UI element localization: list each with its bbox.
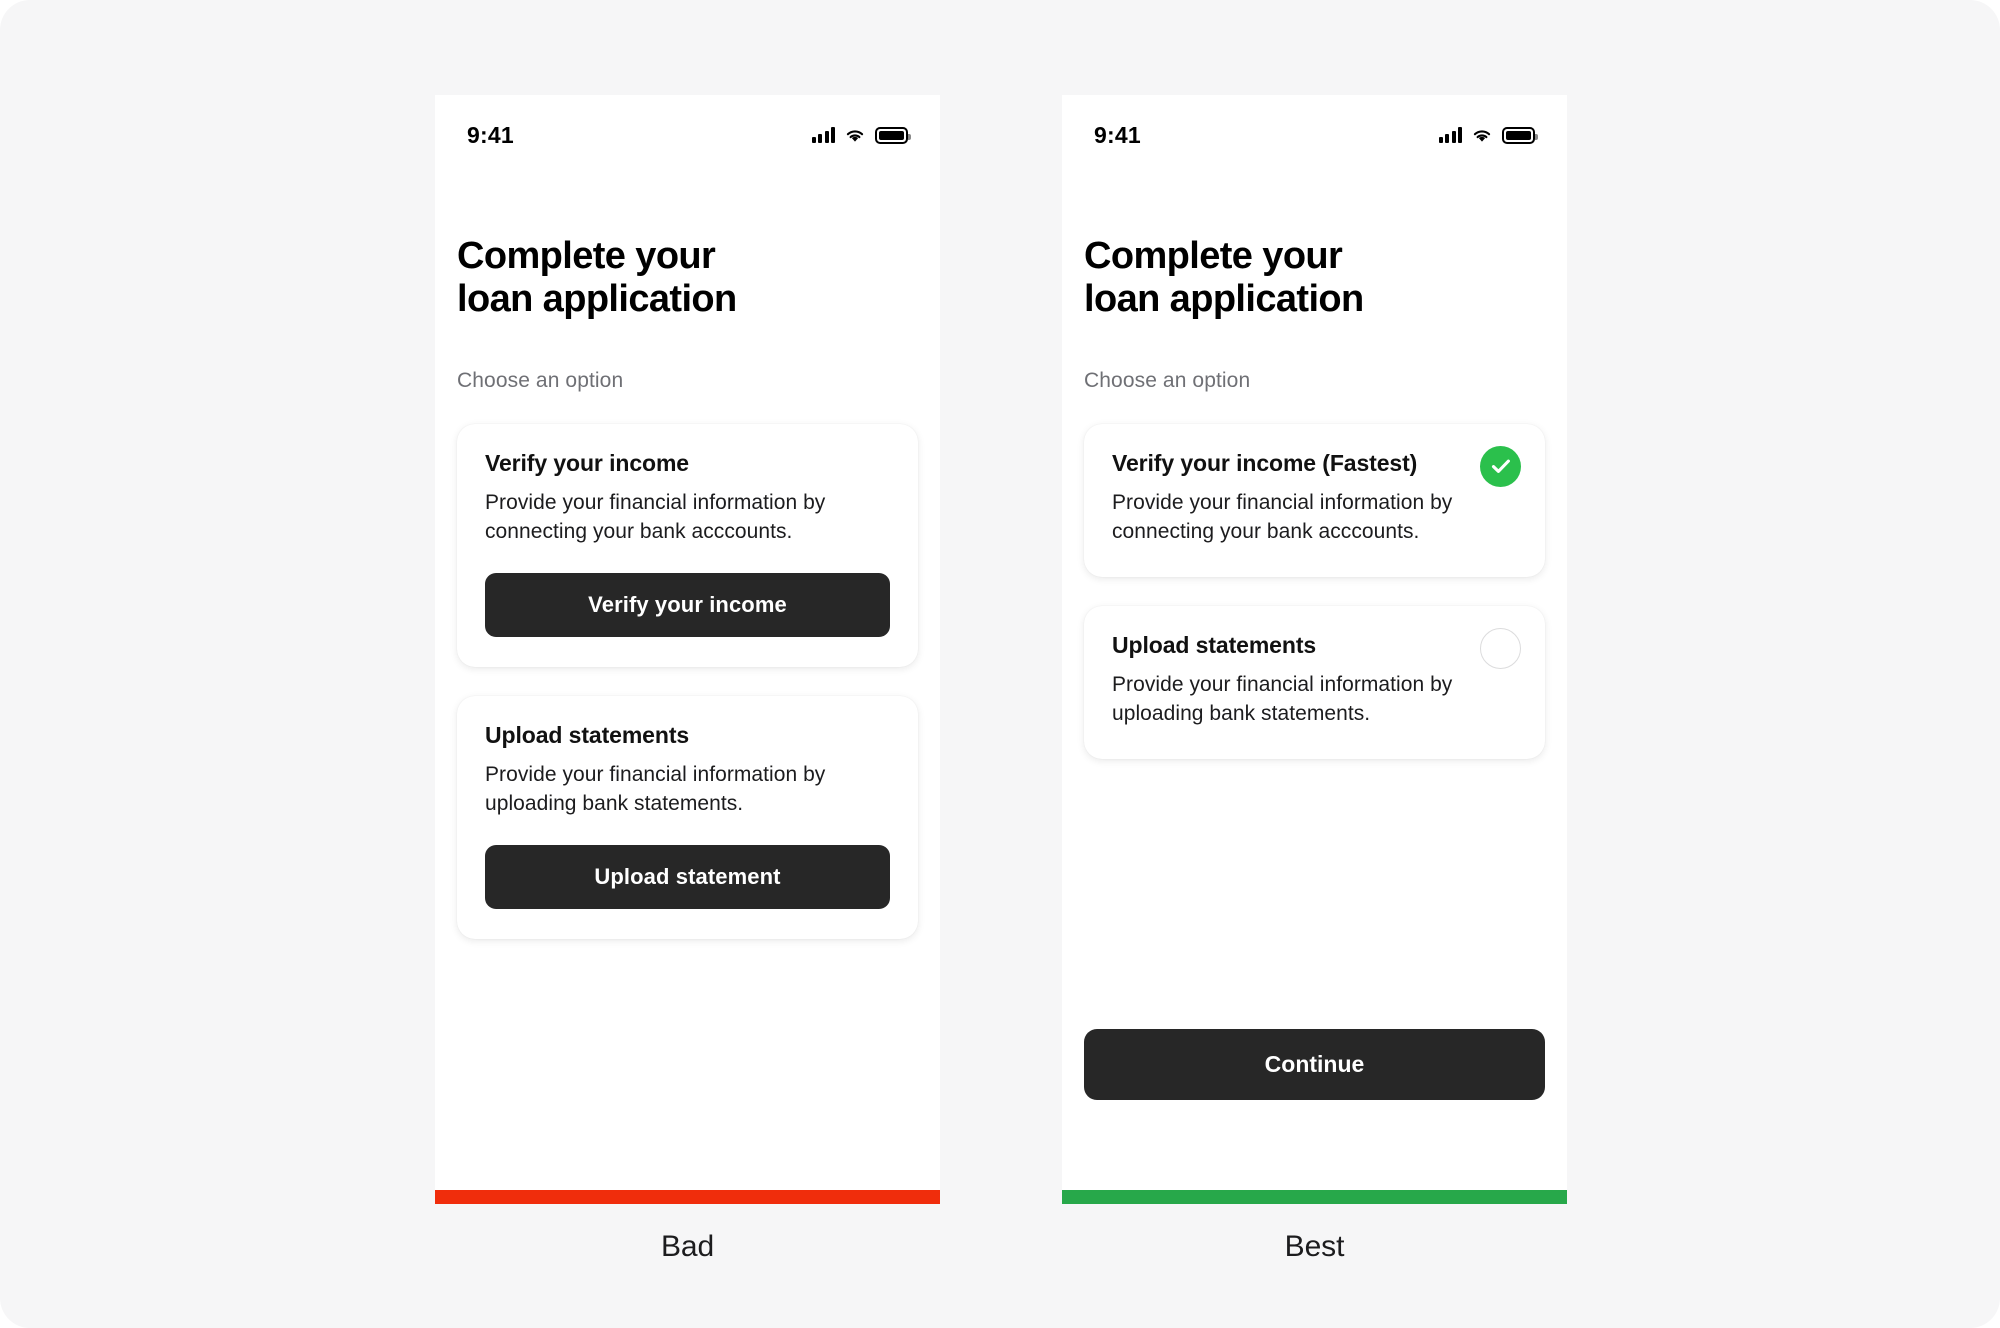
section-subtitle: Choose an option [457, 368, 624, 392]
status-icons [1438, 126, 1538, 144]
option-card-upload-statements[interactable]: Upload statements Provide your financial… [1084, 605, 1545, 759]
wifi-icon [1473, 130, 1491, 142]
cellular-signal-icon [1438, 127, 1462, 143]
option-title: Verify your income (Fastest) [1112, 449, 1418, 476]
cellular-signal-icon [811, 127, 835, 143]
checkmark-icon [1491, 459, 1510, 474]
option-description: Provide your financial information by up… [485, 762, 826, 815]
continue-button-wrap: Continue [1084, 1029, 1545, 1100]
status-time: 9:41 [1094, 121, 1141, 148]
page-title: Complete your loan application [457, 235, 737, 321]
comparison-canvas: 9:41 Complete your loan application Choo… [0, 0, 2000, 1328]
option-title: Upload statements [1112, 631, 1317, 658]
panel-best: 9:41 Complete your loan application Choo… [1062, 95, 1567, 1264]
verdict-bar-best [1062, 1190, 1567, 1204]
battery-icon [875, 126, 911, 144]
verify-your-income-button[interactable]: Verify your income [485, 572, 890, 637]
screen-body: Complete your loan application Choose an… [435, 235, 940, 939]
section-subtitle: Choose an option [1084, 368, 1251, 392]
status-bar: 9:41 [1062, 95, 1567, 157]
screen-body: Complete your loan application Choose an… [1062, 235, 1567, 759]
phone-mockup-bad: 9:41 Complete your loan application Choo… [435, 95, 940, 1190]
option-description: Provide your financial information by co… [1112, 490, 1453, 543]
option-description: Provide your financial information by up… [1112, 672, 1453, 725]
option-card-verify-income[interactable]: Verify your income Provide your financia… [457, 423, 918, 667]
verdict-bar-bad [435, 1190, 940, 1204]
battery-icon [1502, 126, 1538, 144]
verdict-label-best: Best [1284, 1230, 1345, 1263]
option-description: Provide your financial information by co… [485, 490, 826, 543]
option-title: Upload statements [485, 721, 690, 748]
upload-statement-button[interactable]: Upload statement [485, 844, 890, 909]
wifi-icon [846, 130, 864, 142]
options-list: Verify your income (Fastest) Provide you… [1084, 423, 1545, 759]
option-card-upload-statements[interactable]: Upload statements Provide your financial… [457, 695, 918, 939]
radio-circle-icon[interactable] [1480, 627, 1521, 669]
status-icons [811, 126, 911, 144]
verdict-label-bad: Bad [660, 1230, 715, 1263]
status-time: 9:41 [467, 121, 514, 148]
panel-bad: 9:41 Complete your loan application Choo… [435, 95, 940, 1264]
continue-button[interactable]: Continue [1084, 1029, 1545, 1100]
status-bar: 9:41 [435, 95, 940, 157]
page-title: Complete your loan application [1084, 235, 1364, 321]
option-card-verify-income[interactable]: Verify your income (Fastest) Provide you… [1084, 423, 1545, 577]
options-list: Verify your income Provide your financia… [457, 423, 918, 939]
phone-mockup-best: 9:41 Complete your loan application Choo… [1062, 95, 1567, 1190]
option-title: Verify your income [485, 449, 689, 476]
check-circle-icon[interactable] [1480, 445, 1521, 487]
